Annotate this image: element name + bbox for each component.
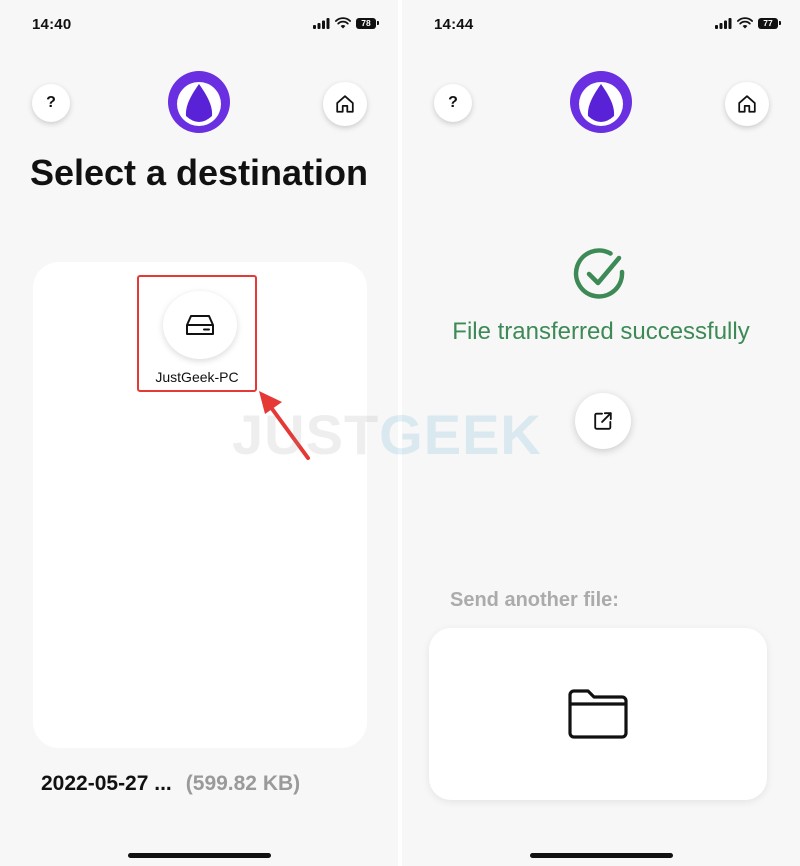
external-link-icon xyxy=(594,412,612,430)
status-time: 14:40 xyxy=(32,16,72,33)
home-icon xyxy=(738,95,756,113)
status-time: 14:44 xyxy=(434,16,474,33)
wifi-icon xyxy=(335,17,351,29)
status-bar: 14:44 77 xyxy=(402,0,800,50)
file-size: (599.82 KB) xyxy=(185,772,301,795)
home-button[interactable] xyxy=(725,82,769,126)
home-indicator[interactable] xyxy=(530,853,673,858)
status-bar: 14:40 78 xyxy=(0,0,398,50)
choose-file-button[interactable] xyxy=(429,628,767,800)
home-button[interactable] xyxy=(323,82,367,126)
check-circle-icon xyxy=(573,248,625,299)
annotation-arrow xyxy=(259,391,310,460)
wifi-icon xyxy=(737,17,753,29)
device-avatar xyxy=(163,291,237,359)
app-logo xyxy=(168,71,230,133)
battery-indicator: 77 xyxy=(758,17,781,29)
select-destination-screen: 14:40 78 ? Select a destination JustGeek… xyxy=(0,0,398,866)
page-title: Select a destination xyxy=(29,152,369,193)
device-item-justgeek-pc[interactable]: JustGeek-PC xyxy=(137,275,257,392)
help-icon: ? xyxy=(448,94,458,111)
hard-drive-icon xyxy=(186,315,214,335)
signal-icon xyxy=(313,17,330,29)
device-name: JustGeek-PC xyxy=(155,369,239,385)
help-button[interactable]: ? xyxy=(32,84,70,122)
home-indicator[interactable] xyxy=(128,853,271,858)
send-another-label: Send another file: xyxy=(450,589,619,611)
app-logo xyxy=(570,71,632,133)
folder-icon xyxy=(568,689,628,739)
signal-icon xyxy=(715,17,732,29)
success-message: File transferred successfully xyxy=(452,318,750,345)
file-name: 2022-05-27 ... xyxy=(41,772,172,795)
battery-indicator: 78 xyxy=(356,17,379,29)
selected-file-info: 2022-05-27 ... (599.82 KB) xyxy=(41,772,300,796)
home-icon xyxy=(336,95,354,113)
help-icon: ? xyxy=(46,94,56,111)
open-file-button[interactable] xyxy=(575,393,631,449)
transfer-complete-screen: 14:44 77 ? File transferred successfully… xyxy=(402,0,800,866)
help-button[interactable]: ? xyxy=(434,84,472,122)
